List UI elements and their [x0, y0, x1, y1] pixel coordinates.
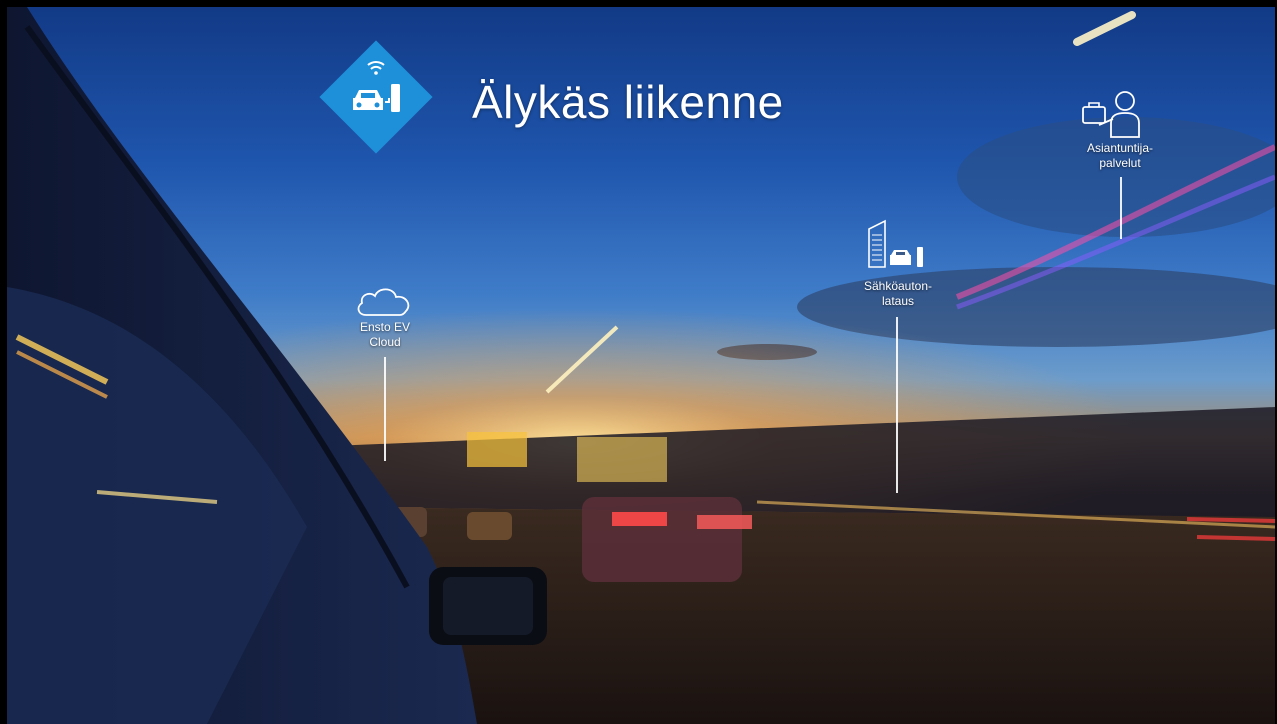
- ensto-ev-cloud-label: Ensto EV Cloud: [349, 320, 421, 350]
- cloud-icon: [357, 288, 410, 316]
- building-car-charger-icon: [868, 219, 923, 268]
- car-charging-diamond-icon: [319, 40, 433, 154]
- expert-label-line1: Asiantuntija-: [1086, 141, 1154, 155]
- charging-label-line1: Sähköauton-: [863, 279, 933, 293]
- expert-services-label: Asiantuntija- palvelut: [1075, 141, 1165, 171]
- charging-label-line2: lataus: [881, 294, 915, 308]
- cloud-label-line1: Ensto EV: [359, 320, 411, 334]
- expert-connector-line: [1120, 177, 1122, 239]
- expert-label-line2: palvelut: [1099, 156, 1141, 170]
- ev-charging-label: Sähköauton- lataus: [853, 279, 943, 309]
- slide-title: Älykäs liikenne: [472, 76, 784, 128]
- cloud-label-line2: Cloud: [369, 335, 401, 349]
- charging-connector-line: [896, 317, 898, 493]
- person-briefcase-icon: [1082, 91, 1140, 138]
- cloud-connector-line: [384, 357, 386, 461]
- slide: Älykäs liikenne Ensto EV Cloud Sähköauto…: [7, 7, 1275, 724]
